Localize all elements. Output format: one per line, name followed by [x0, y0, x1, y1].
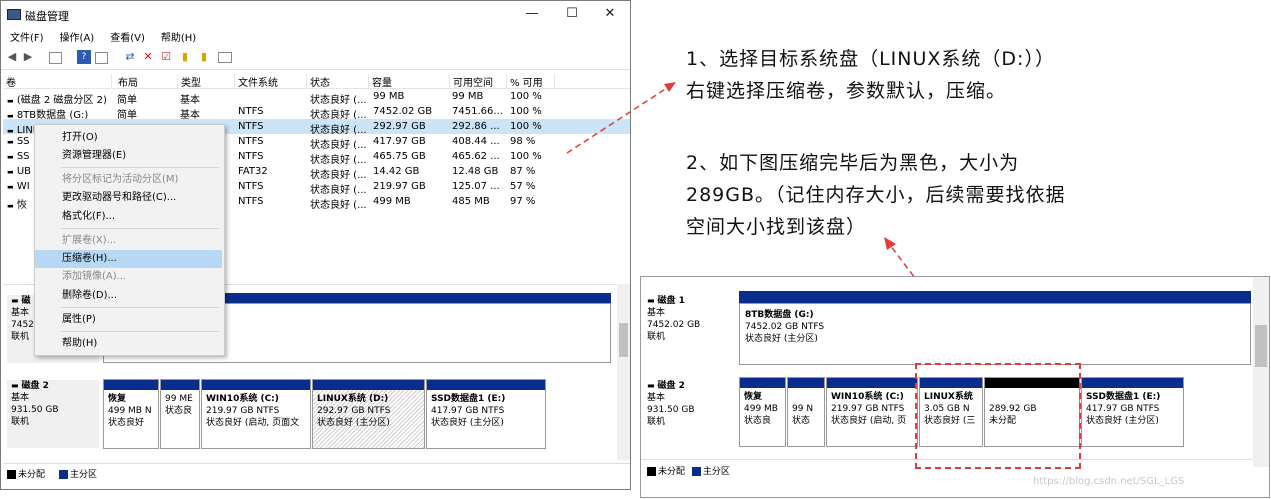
w2-disk2-partition[interactable]: 恢复 499 MB 状态良 — [739, 377, 786, 447]
w2-legend: 未分配 主分区 — [647, 464, 730, 477]
arrow-head-2 — [884, 237, 896, 250]
w2-disk1-partition[interactable]: 8TB数据盘 (G:) 7452.02 GB NTFS 状态良好 (主分区) — [739, 303, 1251, 365]
partition-bar — [740, 378, 785, 388]
partition-size: 219.97 GB NTFS — [831, 404, 905, 414]
highlight-box — [915, 363, 1081, 469]
partition-bar — [827, 378, 917, 388]
w2-disk1-label: ▬ 磁盘 1 基本 7452.02 GB 联机 — [647, 296, 701, 342]
partition-name: WIN10系统 (C:) — [831, 392, 904, 402]
arrow-line-1 — [566, 85, 671, 154]
w2-disk2-label: ▬ 磁盘 2 基本 931.50 GB 联机 — [647, 381, 695, 427]
w2-disk2-partition[interactable]: SSD数据盘1 (E:) 417.97 GB NTFS 状态良好 (主分区) — [1081, 377, 1184, 447]
partition-name — [792, 391, 822, 403]
arrow-head-1 — [664, 82, 676, 92]
partition-status: 状态 — [792, 416, 811, 426]
w2-disk1-bar — [739, 291, 1251, 303]
partition-bar — [788, 378, 824, 388]
partition-size: 417.97 GB NTFS — [1086, 404, 1160, 414]
partition-name: SSD数据盘1 (E:) — [1086, 392, 1161, 402]
w2-scrollbar[interactable] — [1253, 277, 1269, 467]
partition-bar — [1082, 378, 1183, 388]
w2-disk2-partition[interactable]: 99 N 状态 — [787, 377, 825, 447]
partition-size: 499 MB — [744, 404, 778, 414]
w2-primary-swatch — [691, 467, 701, 476]
partition-name: 恢复 — [744, 392, 763, 402]
w2-disk2-partition[interactable]: WIN10系统 (C:) 219.97 GB NTFS 状态良好 (启动, 页 — [826, 377, 918, 447]
partition-size: 99 N — [792, 404, 814, 414]
watermark: https://blog.csdn.net/SGL_LGS — [1033, 476, 1185, 487]
w2-scroll-thumb[interactable] — [1255, 325, 1267, 367]
partition-status: 状态良好 (主分区) — [1086, 416, 1159, 426]
w2-legend-primary: 主分区 — [702, 467, 730, 477]
w2-unallocated-swatch — [647, 467, 656, 476]
disk-management-after-window: ▬ 磁盘 1 基本 7452.02 GB 联机 8TB数据盘 (G:) 7452… — [640, 276, 1270, 498]
partition-status: 状态良好 (启动, 页 — [831, 416, 907, 426]
w2-legend-unallocated: 未分配 — [658, 467, 686, 477]
partition-status: 状态良 — [744, 416, 772, 426]
